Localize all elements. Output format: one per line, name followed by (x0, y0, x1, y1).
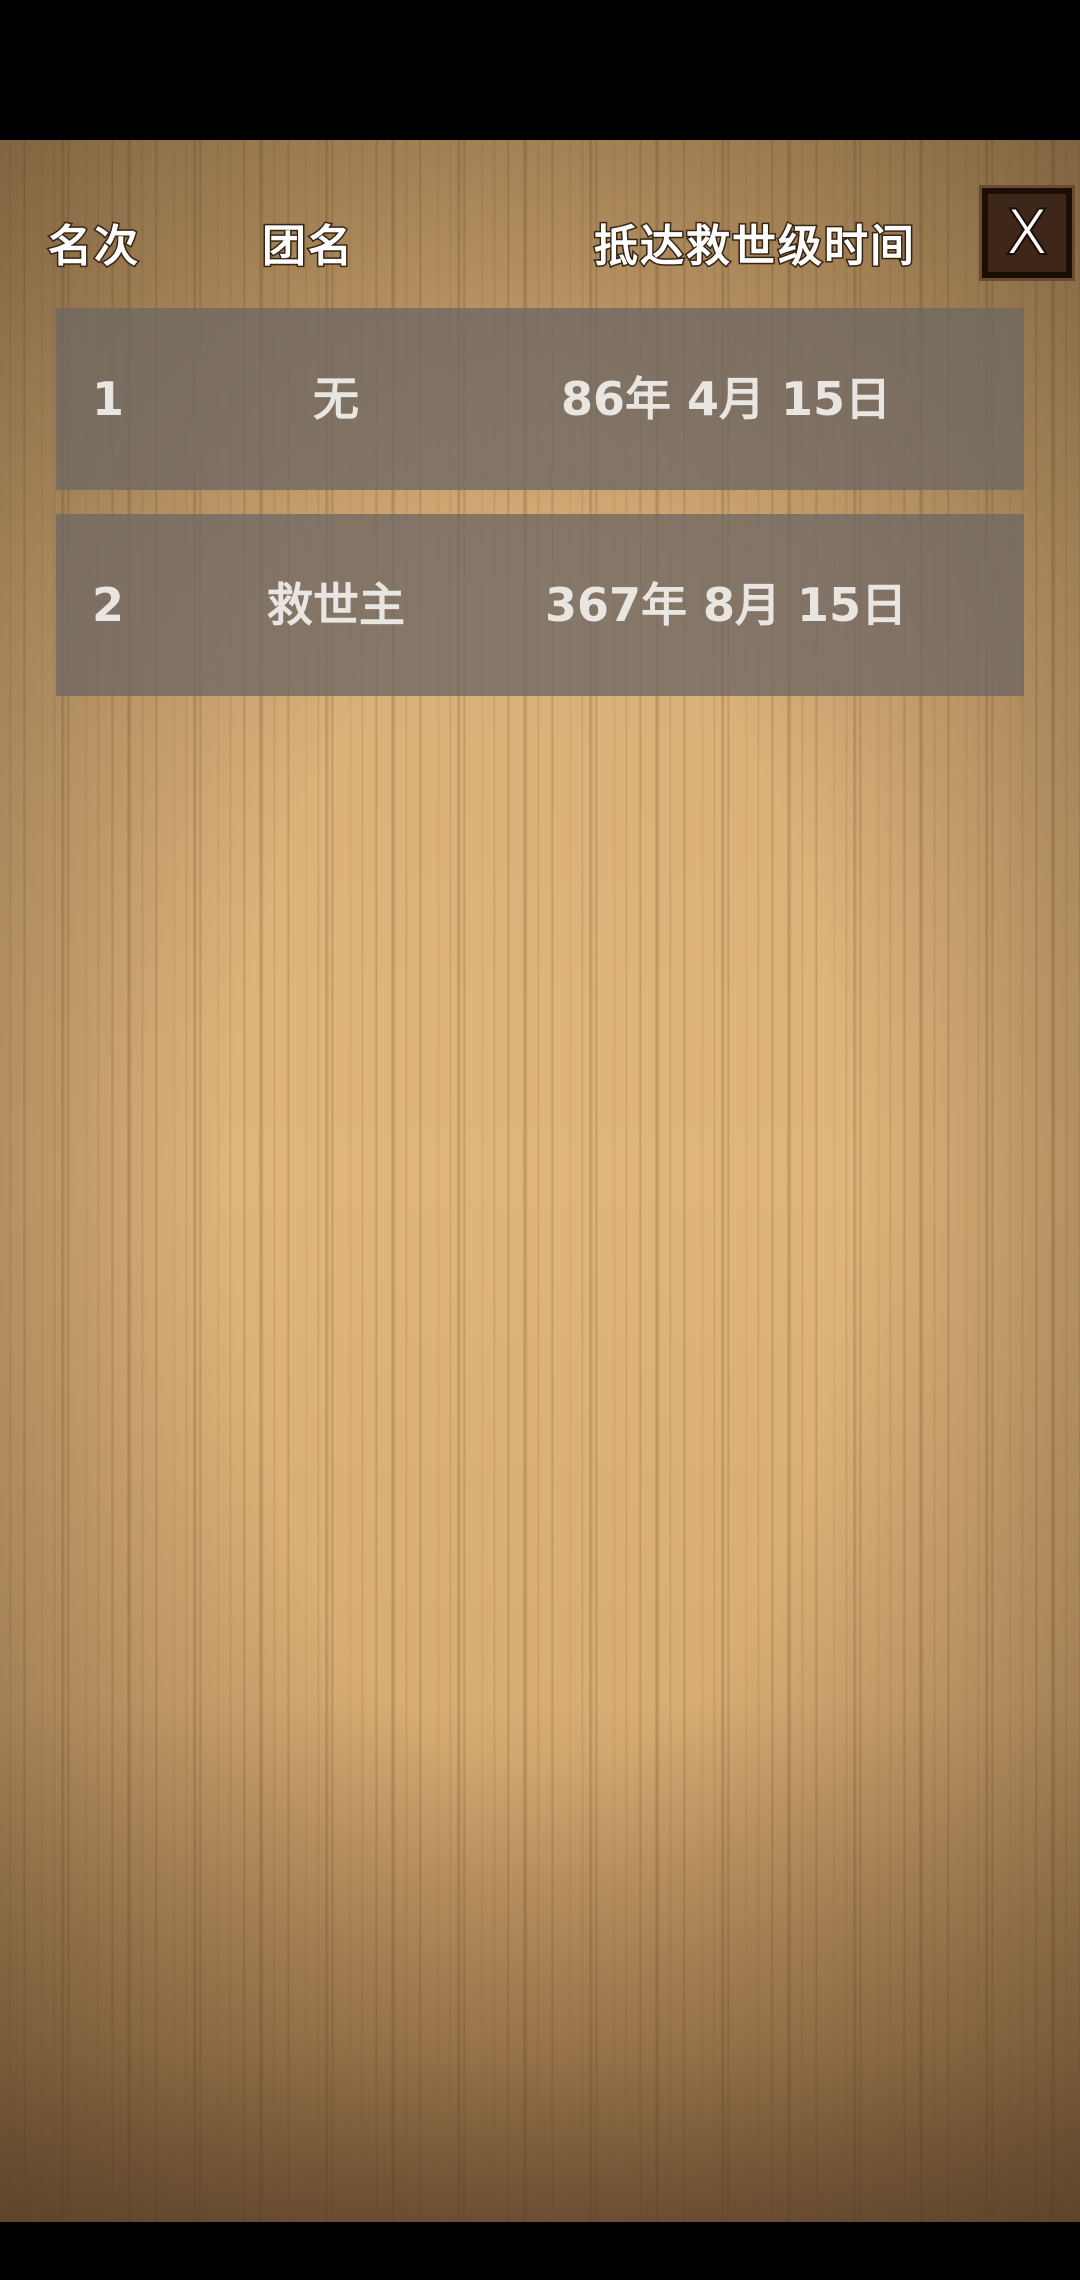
close-icon: X (1005, 196, 1050, 269)
header-team-name: 团名 (261, 220, 354, 274)
row-team-name: 救世主 (267, 578, 405, 632)
header-rank: 名次 (47, 220, 140, 274)
header-arrival-time: 抵达救世级时间 (593, 220, 916, 274)
row-arrival-time: 367年 8月 15日 (544, 578, 908, 632)
ranking-row: 2 救世主 367年 8月 15日 (56, 514, 1024, 696)
ranking-panel: 名次 团名 抵达救世级时间 X 1 无 86年 4月 15日 2 救世主 367… (0, 140, 1080, 2222)
row-rank: 2 (92, 578, 125, 632)
close-button[interactable]: X (979, 185, 1075, 281)
status-bar (0, 0, 1080, 140)
navigation-bar (0, 2222, 1080, 2280)
row-team-name: 无 (313, 372, 359, 426)
row-arrival-time: 86年 4月 15日 (560, 372, 892, 426)
game-screen: 名次 团名 抵达救世级时间 X 1 无 86年 4月 15日 2 救世主 367… (0, 0, 1080, 2280)
row-rank: 1 (92, 372, 125, 426)
ranking-row: 1 无 86年 4月 15日 (56, 308, 1024, 490)
